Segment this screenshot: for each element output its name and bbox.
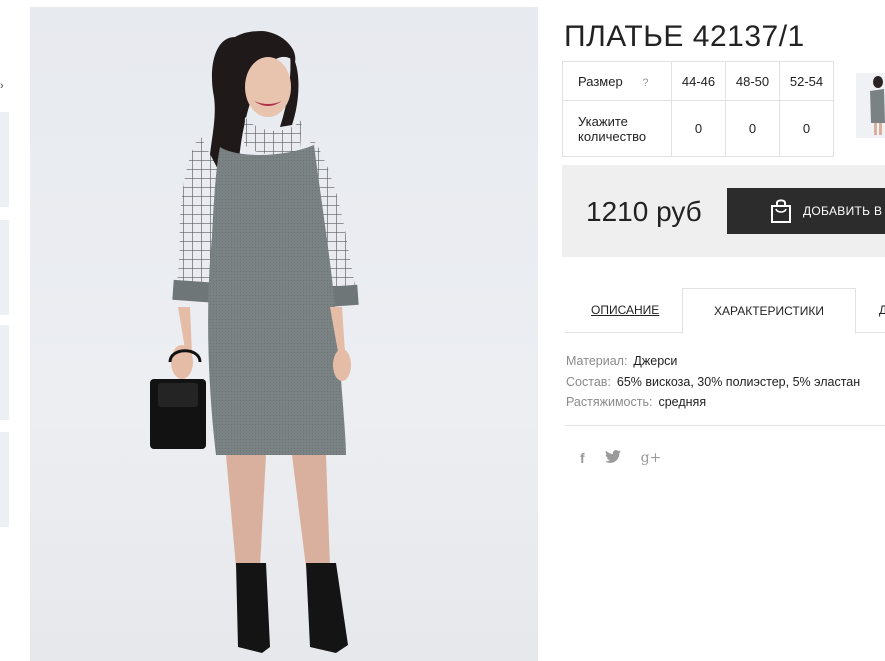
thumbnail[interactable] <box>0 112 9 207</box>
thumbnail[interactable] <box>0 220 9 315</box>
shopping-bag-icon <box>769 198 793 224</box>
size-label: Размер <box>578 73 623 89</box>
characteristic-row: Растяжимость: средняя <box>566 392 860 413</box>
characteristic-value: Джерси <box>633 354 678 368</box>
google-plus-icon[interactable]: g+ <box>641 450 662 466</box>
size-option: 52-54 <box>779 61 834 101</box>
product-tabs: ОПИСАНИЕ ХАРАКТЕРИСТИКИ Д <box>565 288 885 334</box>
quantity-input[interactable]: 0 <box>671 100 726 157</box>
thumbnail[interactable] <box>0 325 9 420</box>
social-share: f g+ <box>580 450 661 466</box>
tab-description[interactable]: ОПИСАНИЕ <box>591 288 659 332</box>
price: 1210 руб <box>586 196 702 227</box>
dress-model-illustration <box>150 31 359 653</box>
left-arrow-icon[interactable]: › <box>0 80 4 92</box>
characteristic-key: Растяжимость: <box>566 395 653 409</box>
quantity-input[interactable]: 0 <box>725 100 780 157</box>
thumbnail[interactable] <box>0 432 9 527</box>
characteristic-key: Состав: <box>566 374 611 389</box>
characteristic-value: 65% вискоза, 30% полиэстер, 5% эластан <box>616 374 861 389</box>
price-box: 1210 руб ДОБАВИТЬ В <box>562 165 885 257</box>
product-main-image[interactable] <box>30 7 538 661</box>
twitter-icon[interactable] <box>604 450 621 466</box>
product-thumbnail[interactable] <box>856 73 885 138</box>
tab-delivery[interactable]: Д <box>879 288 885 332</box>
thumbnail-model-illustration <box>870 76 885 135</box>
tab-characteristics[interactable]: ХАРАКТЕРИСТИКИ <box>682 288 856 334</box>
quantity-input[interactable]: 0 <box>779 100 834 157</box>
characteristic-row: Состав: 65% вискоза, 30% полиэстер, 5% эл… <box>566 372 860 393</box>
size-option: 44-46 <box>671 61 726 101</box>
quantity-label-cell: Укажите количество <box>562 100 672 157</box>
characteristics-list: Материал: Джерси Состав: 65% вискоза, 30% … <box>566 351 860 413</box>
size-quantity-table: Размер ? 44-46 48-50 52-54 Укажите колич… <box>562 61 834 157</box>
facebook-icon[interactable]: f <box>580 450 585 466</box>
size-option: 48-50 <box>725 61 780 101</box>
size-help-icon[interactable]: ? <box>642 77 648 89</box>
add-to-cart-button[interactable]: ДОБАВИТЬ В <box>727 188 885 234</box>
product-title: ПЛАТЬЕ 42137/1 <box>564 20 805 54</box>
characteristic-value: средняя <box>658 395 707 409</box>
quantity-label-line2: количество <box>578 128 647 144</box>
left-thumbnail-strip: › <box>0 0 12 661</box>
size-label-cell: Размер ? <box>562 61 672 101</box>
characteristic-row: Материал: Джерси <box>566 351 860 372</box>
characteristic-key: Материал: <box>566 354 628 368</box>
section-divider <box>565 425 885 426</box>
quantity-label-line1: Укажите <box>578 113 628 129</box>
add-to-cart-label: ДОБАВИТЬ В <box>803 204 883 218</box>
